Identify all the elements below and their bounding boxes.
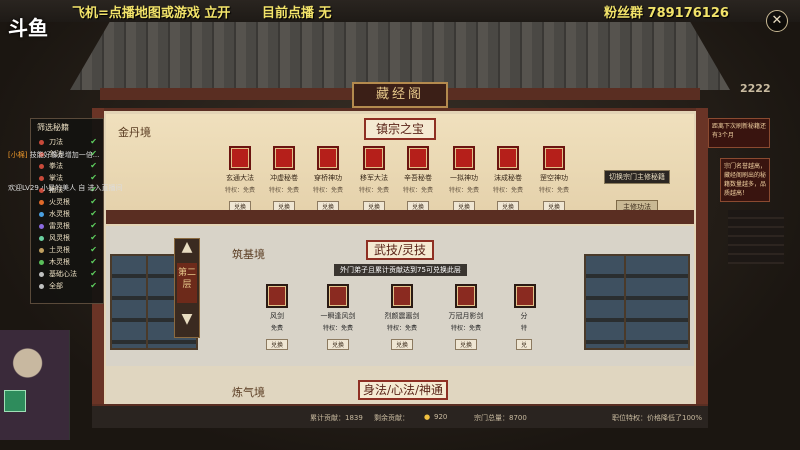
mid-floor-title: 武技/灵技 [366,240,434,260]
filter-option[interactable]: 木灵根 ✔ [31,256,103,268]
checkbox-icon[interactable]: ✔ [90,136,97,148]
position-perk: 职位特权：价格降低了100% [612,414,703,422]
chat-overlay: [小棉] 技能好像是增加一倍... 欢迎LV29 小星的美人 自 进入直播间 [8,150,218,202]
coin-icon: ● [424,413,431,421]
book-icon [266,284,288,308]
chat-line: [小棉] 技能好像是增加一倍... [8,151,100,159]
character-avatar [0,330,70,440]
badge-icon [4,390,26,412]
book-icon [407,146,429,170]
game-scene: 斗鱼 飞机=点播地图或游戏 立开 目前点播 无 粉丝群 789176126 ✕ … [0,0,800,450]
category-icon [39,236,44,241]
category-icon [39,212,44,217]
chat-line: 欢迎LV29 小星的美人 自 进入直播间 [8,184,123,192]
floor-divider [106,210,694,224]
book-card[interactable]: 一拟神功 特权：免费 兑换 [446,146,482,213]
filter-option[interactable]: 水灵根 ✔ [31,208,103,220]
checkbox-icon[interactable]: ✔ [90,220,97,232]
exchange-button[interactable]: 兑换 [266,339,288,350]
stream-status: 目前点播 无 [262,6,332,21]
category-icon [39,140,44,145]
book-icon [229,146,251,170]
book-icon [327,284,349,308]
bottom-floor-title: 身法/心法/神通 [358,380,448,400]
book-card[interactable]: 沫成秘卷 特权：免费 兑换 [490,146,526,213]
checkbox-icon[interactable]: ✔ [90,208,97,220]
right-counter: 2222 [740,82,771,95]
up-arrow-icon[interactable]: ▲ [175,239,199,255]
bookshelf [624,254,690,350]
book-card[interactable]: 烈颜震嚣剑 特权：免费 兑换 [382,284,422,351]
floor-selector: ▲ 第二层 ▼ [174,238,200,338]
book-card[interactable]: 移军大法 特权：免费 兑换 [356,146,392,213]
book-card[interactable]: 穿桥神功 特权：免费 兑换 [310,146,346,213]
remaining-contribution-label: 剩余贡献： [374,414,409,422]
book-card[interactable]: 万冠月影剑 特权：免费 兑换 [446,284,486,351]
book-icon [497,146,519,170]
category-icon [39,224,44,229]
book-card[interactable]: 风剑 免费 兑换 [266,284,288,351]
floor-label: 第二层 [177,263,197,303]
filter-option[interactable]: 雷灵根 ✔ [31,220,103,232]
floor-notice: 外门弟子且累计贡献达到75可兑换此层 [334,264,467,276]
stream-ticker: 飞机=点播地图或游戏 立开 [72,6,231,21]
category-icon [39,284,44,289]
stream-fans: 粉丝群 789176126 [604,6,729,21]
filter-option[interactable]: 刀法 ✔ [31,136,103,148]
category-icon [39,272,44,277]
checkbox-icon[interactable]: ✔ [90,268,97,280]
down-arrow-icon[interactable]: ▼ [175,311,199,327]
exchange-button[interactable]: 兑 [515,339,532,350]
mid-floor-sign: 筑基境 [232,248,265,261]
stairs [728,210,784,264]
book-card[interactable]: 玄通大法 特权：免费 兑换 [222,146,258,213]
pavilion-roof [70,22,730,90]
filter-option[interactable]: 基础心法 ✔ [31,268,103,280]
checkbox-icon[interactable]: ✔ [90,280,97,292]
book-card[interactable]: 分 特 兑 [514,284,536,351]
book-icon [391,284,413,308]
book-icon [543,146,565,170]
switch-tooltip: 切换宗门主修秘籍 [604,170,670,184]
exchange-button[interactable]: 兑换 [326,339,349,350]
book-icon [317,146,339,170]
reputation-notice: 宗门名誉越高，藏经阁刷出的秘籍数量越多，品质越高！ [720,158,770,202]
book-icon [453,146,475,170]
top-floor-sign: 金丹境 [118,126,151,139]
checkbox-icon[interactable]: ✔ [90,256,97,268]
book-icon [455,284,477,308]
book-card[interactable]: 辛吾秘卷 特权：免费 兑换 [400,146,436,213]
exchange-button[interactable]: 兑换 [454,339,477,350]
category-icon [39,260,44,265]
filter-option[interactable]: 土灵根 ✔ [31,244,103,256]
checkbox-icon[interactable]: ✔ [90,232,97,244]
filter-title: 筛选秘籍 [37,123,69,132]
book-card[interactable]: 冲虚秘卷 特权：免费 兑换 [266,146,302,213]
category-icon [39,248,44,253]
top-floor-title: 镇宗之宝 [364,118,436,140]
accumulated-contribution: 累计贡献：1839 [310,414,363,422]
right-pillar [696,108,708,428]
sect-total: 宗门总量：8700 [474,414,527,422]
douyu-logo: 斗鱼 [8,16,48,40]
remaining-contribution-value: 920 [434,413,448,421]
filter-option[interactable]: 全部 ✔ [31,280,103,292]
exchange-button[interactable]: 兑换 [390,339,413,350]
filter-option[interactable]: 风灵根 ✔ [31,232,103,244]
filter-panel: 筛选秘籍 刀法 ✔ 剑法 ✔ 拳法 ✔ 掌法 ✔ 指法 ✔ 火灵根 ✔ 水灵根 ✔ 雷灵根 ✔ … [30,118,104,304]
bottom-floor-sign: 炼气境 [232,386,265,399]
close-button[interactable]: ✕ [766,10,788,32]
book-card[interactable]: 一瞬逢风剑 特权：免费 兑换 [318,284,358,351]
pavilion-plaque: 藏经阁 [352,82,448,108]
book-icon [273,146,295,170]
book-icon [514,284,536,308]
book-icon [363,146,385,170]
status-footer: 累计贡献：1839 剩余贡献： ● 920 宗门总量：8700 职位特权：价格降… [92,404,708,428]
checkbox-icon[interactable]: ✔ [90,244,97,256]
refresh-notice: 距离下次刷新秘籍还有3个月 [708,118,770,148]
book-card[interactable]: 罡空神功 特权：免费 兑换 [536,146,572,213]
